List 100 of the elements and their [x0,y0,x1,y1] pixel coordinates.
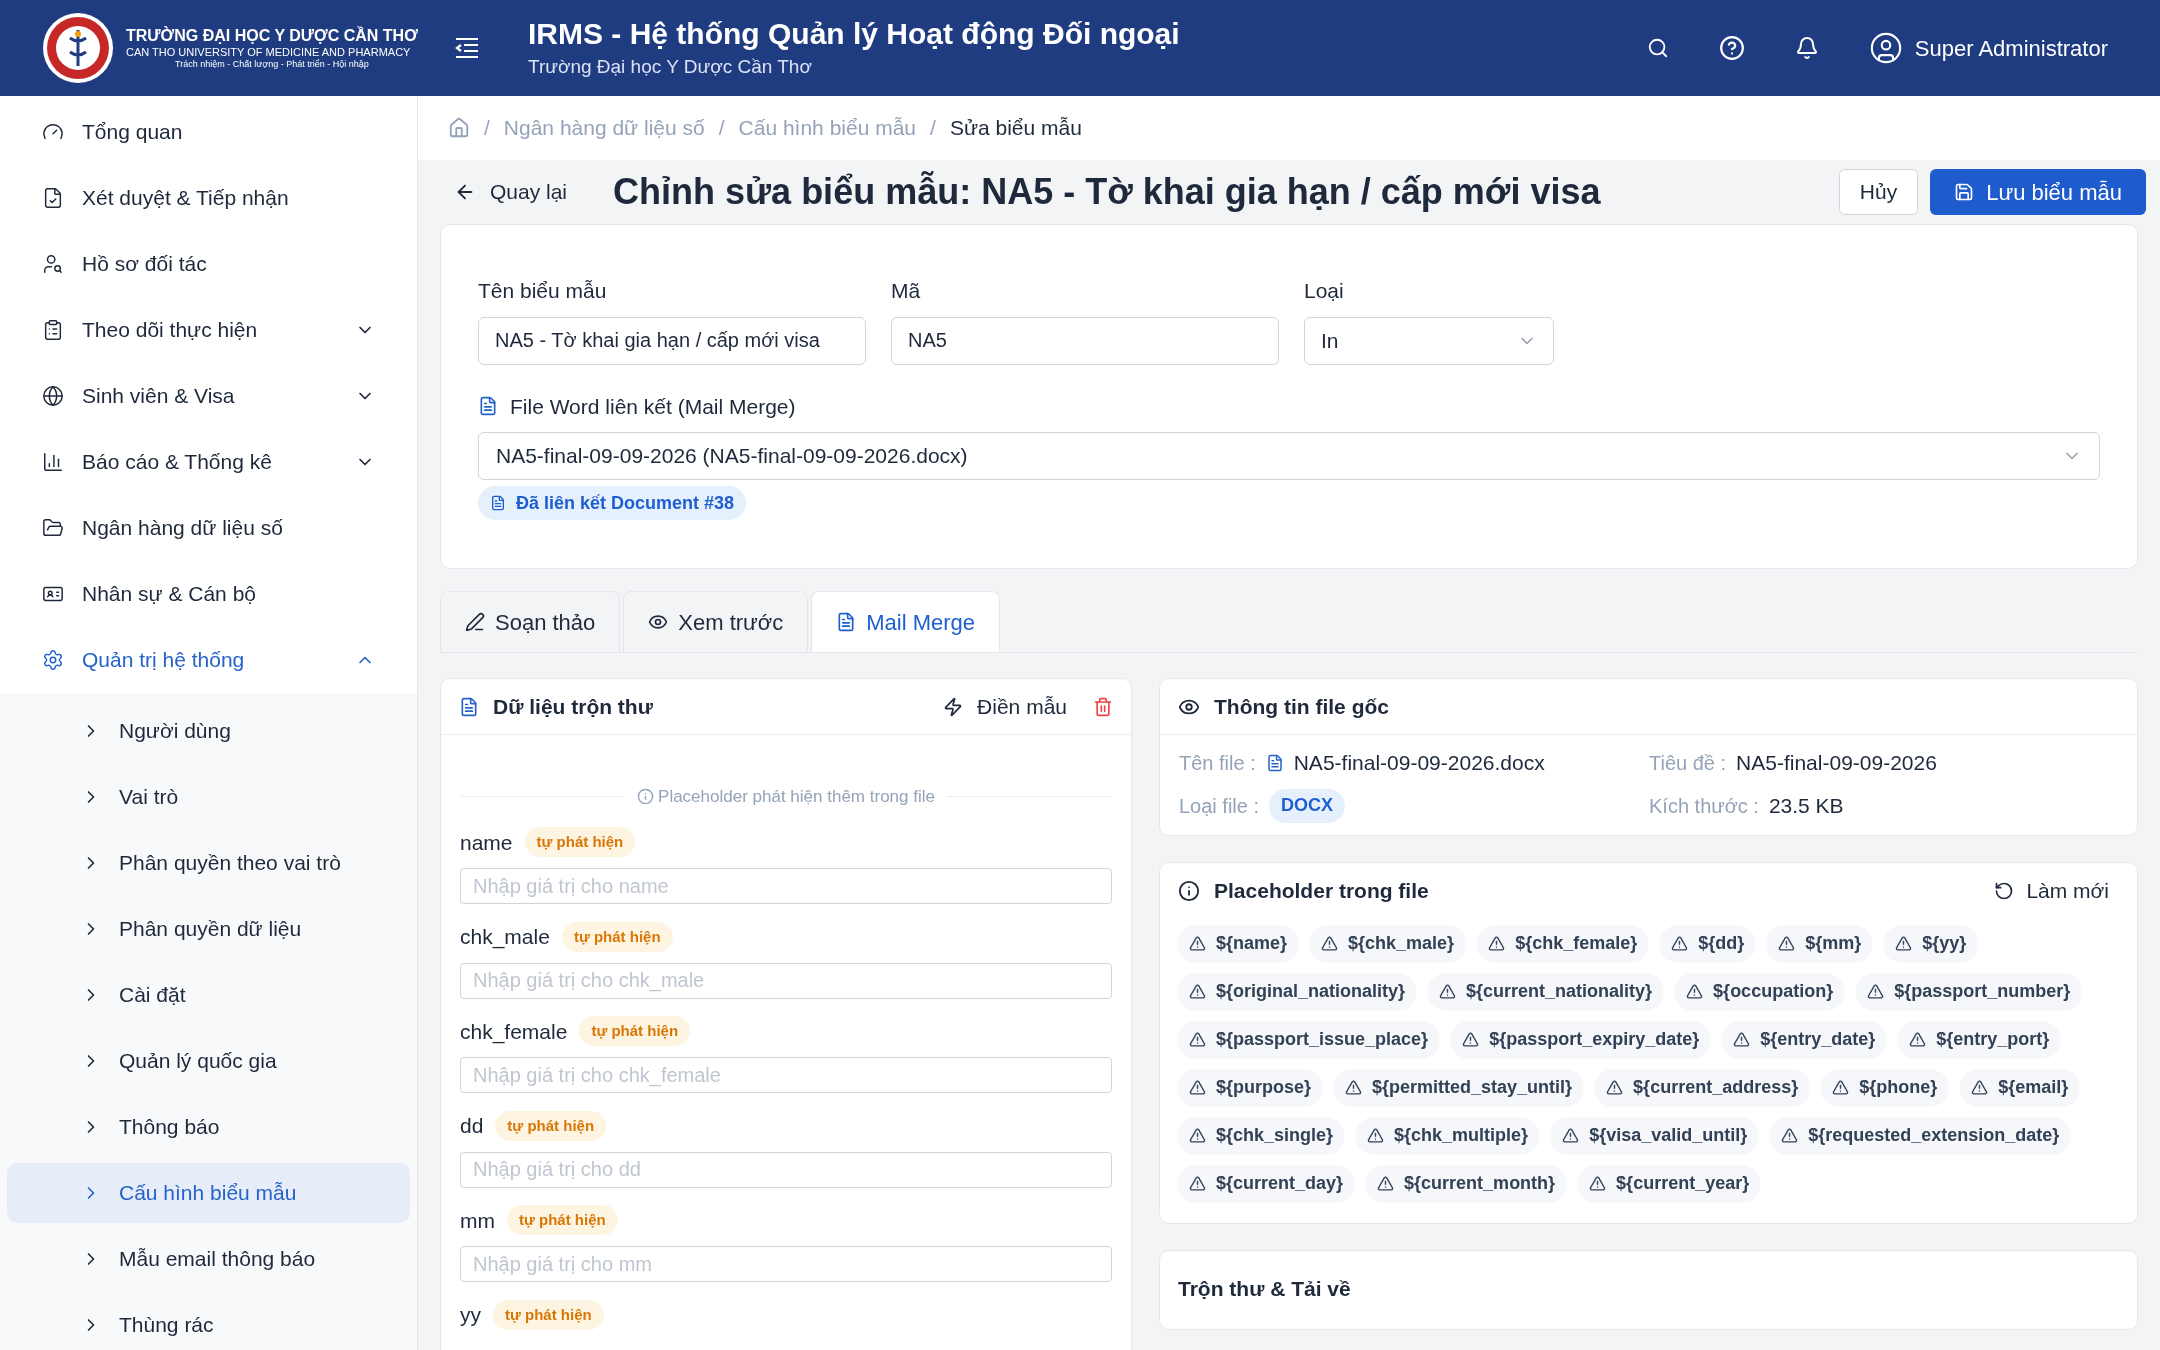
file-select[interactable]: NA5-final-09-09-2026 (NA5-final-09-09-2026.docx) [478,432,2100,480]
breadcrumb-separator: / [930,115,936,142]
file-size: 23.5 KB [1768,792,1844,819]
placeholder-text: ${passport_expiry_date} [1489,1028,1700,1051]
breadcrumb-link[interactable]: Sửa biểu mẫu [949,112,1082,144]
user-avatar-icon [1868,31,1903,65]
text-field[interactable]: NA5 - Tờ khai gia hạn / cấp mới visa [478,316,866,365]
value-field[interactable]: Nhập giá trị cho mm [460,1246,1112,1282]
sidebar-subitem[interactable]: Cài đặt [7,965,410,1025]
field-label: name [460,829,513,856]
warning-icon [1832,1079,1850,1096]
save-icon [1954,182,1975,202]
tab[interactable]: Mail Merge [811,591,1001,652]
file-type-badge: DOCX [1269,788,1346,823]
search-icon[interactable] [1646,37,1669,59]
tab[interactable]: Xem trước [623,591,809,652]
home-icon[interactable] [448,117,470,139]
sidebar-item[interactable]: Sinh viên & Visa [0,363,417,429]
sidebar-subitem[interactable]: Cấu hình biểu mẫu [7,1163,410,1223]
cancel-button[interactable]: Hủy [1838,169,1919,215]
panel-title: Placeholder trong file [1214,877,1429,904]
refresh-icon [1994,880,2015,901]
placeholder-text: ${permitted_stay_until} [1372,1076,1573,1099]
field-label: mm [460,1207,495,1234]
tab[interactable]: Soạn thảo [440,591,621,652]
sidebar-subitem[interactable]: Quản lý quốc gia [7,1031,410,1091]
sidebar-subitem[interactable]: Phân quyền theo vai trò [7,833,410,893]
warning-icon [1345,1079,1363,1096]
info-label: Tên file : [1179,750,1256,776]
menu-toggle-icon[interactable] [454,37,480,59]
value-field[interactable]: Nhập giá trị cho dd [460,1151,1112,1188]
notification-bell-icon[interactable] [1794,36,1819,60]
value-field[interactable]: Nhập giá trị cho chk_male [460,962,1112,999]
sidebar-subitem[interactable]: Thùng rác [7,1295,410,1350]
placeholder-text: ${dd} [1698,932,1745,955]
warning-icon [1439,983,1457,1000]
auto-detected-badge: tự phát hiện [561,921,673,952]
placeholder-text: ${current_day} [1216,1172,1344,1195]
field-label: Mã [891,278,922,304]
placeholder-text: ${passport_number} [1894,980,2071,1003]
word-file-icon [1265,753,1284,772]
university-motto: Trách nhiệm - Chất lượng - Phát triển - Hội nhập [174,59,370,71]
warning-icon [1971,1079,1989,1096]
university-logo-icon [42,12,114,84]
sidebar-item[interactable]: Ngân hàng dữ liệu số [0,495,417,561]
warning-icon [1189,935,1206,952]
sidebar-item[interactable]: Tổng quan [0,99,417,165]
warning-icon [1895,935,1913,952]
delete-icon[interactable] [1093,696,1113,717]
back-button[interactable]: Quay lại [454,176,568,208]
text-field[interactable]: NA5 [891,316,1279,365]
warning-icon [1189,1175,1206,1192]
type-select[interactable]: In [1304,316,1554,365]
sidebar-item[interactable]: Quản trị hệ thống [0,627,417,693]
sidebar-subitem[interactable]: Thông báo [7,1097,410,1157]
sidebar-item[interactable]: Báo cáo & Thống kê [0,429,417,495]
warning-icon [1562,1127,1580,1144]
auto-detected-badge: tự phát hiện [579,1016,691,1047]
field-label: chk_female [460,1018,568,1046]
fill-sample-button[interactable]: Điền mẫu [943,690,1067,723]
placeholder-text: ${chk_multiple} [1394,1124,1529,1147]
value-field[interactable]: Nhập giá trị cho chk_female [460,1057,1112,1093]
sidebar-subitem[interactable]: Mẫu email thông báo [7,1229,410,1289]
user-menu[interactable]: Super Administrator [1868,31,2108,65]
linked-document-text: Đã liên kết Document #38 [516,491,735,515]
warning-icon [1606,1079,1624,1096]
warning-icon [1867,983,1885,1000]
save-button[interactable]: Lưu biểu mẫu [1930,169,2146,215]
warning-icon [1733,1031,1751,1048]
field-label: chk_male [460,924,550,951]
placeholder-text: ${visa_valid_until} [1589,1124,1748,1147]
warning-icon [1367,1127,1385,1144]
value-field[interactable]: Nhập giá trị cho name [460,868,1112,904]
sidebar-item[interactable]: Theo dõi thực hiện [0,297,417,363]
auto-detected-badge: tự phát hiện [507,1205,618,1236]
placeholder-text: ${entry_port} [1936,1028,2050,1051]
placeholder-text: ${current_month} [1404,1172,1556,1195]
sidebar-item[interactable]: Xét duyệt & Tiếp nhận [0,165,417,231]
placeholder-text: ${chk_female} [1515,932,1638,955]
warning-icon [1189,1127,1206,1144]
warning-icon [1189,1031,1206,1048]
placeholder-text: ${current_nationality} [1466,980,1653,1003]
eye-icon [648,612,669,632]
warning-icon [1462,1031,1480,1048]
field-label: Tên biểu mẫu [478,278,608,304]
placeholder-text: ${chk_male} [1348,932,1455,955]
sidebar-subitem[interactable]: Người dùng [7,701,410,761]
sidebar-item[interactable]: Hồ sơ đối tác [0,231,417,297]
refresh-button[interactable]: Làm mới [1994,874,2109,907]
warning-icon [1671,935,1689,952]
university-name: TRƯỜNG ĐẠI HỌC Y DƯỢC CẦN THƠ [126,25,418,46]
auto-detected-badge: tự phát hiện [495,1110,607,1141]
placeholder-text: ${occupation} [1713,980,1834,1003]
app-subtitle: Trường Đại học Y Dược Cần Thơ [528,54,813,79]
sidebar-subitem[interactable]: Phân quyền dữ liệu [7,899,410,959]
sidebar-subitem[interactable]: Vai trò [7,767,410,827]
sidebar-item[interactable]: Nhân sự & Cán bộ [0,561,417,627]
placeholder-text: ${passport_issue_place} [1216,1028,1429,1051]
help-icon[interactable] [1718,35,1745,61]
info-icon [637,788,655,806]
